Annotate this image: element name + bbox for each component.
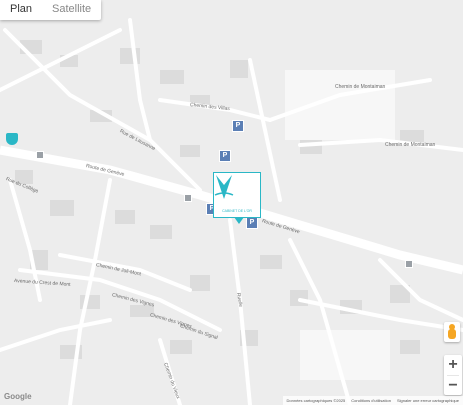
terms-link[interactable]: Conditions d'utilisation — [351, 398, 391, 403]
marker-tip-icon — [234, 217, 244, 224]
google-logo[interactable]: Google — [4, 392, 32, 401]
street-label: Chemin de Montaiman — [385, 142, 436, 148]
zoom-in-button[interactable]: + — [444, 355, 462, 375]
map-type-control: Plan Satellite — [0, 0, 102, 20]
business-logo-icon — [214, 175, 234, 199]
parking-icon[interactable]: P — [232, 120, 244, 132]
bus-stop-icon[interactable] — [405, 260, 413, 268]
zoom-control: + − — [444, 355, 462, 395]
map-type-plan-button[interactable]: Plan — [0, 0, 42, 20]
pegman-icon[interactable] — [444, 322, 460, 342]
map-type-satellite-button[interactable]: Satellite — [42, 0, 101, 20]
bus-stop-icon[interactable] — [36, 151, 44, 159]
business-marker[interactable]: CABINET DE L'OR — [213, 172, 261, 224]
parking-icon[interactable]: P — [246, 217, 258, 229]
report-error-link[interactable]: Signaler une erreur cartographique — [397, 398, 459, 403]
map-data-attribution: Données cartographiques ©2025 — [286, 398, 346, 403]
street-label: Chemin de Montaiman — [335, 84, 386, 90]
location-pin-icon[interactable] — [6, 133, 18, 145]
parking-icon[interactable]: P — [219, 150, 231, 162]
zoom-out-button[interactable]: − — [444, 376, 462, 396]
map-footer: Données cartographiques ©2025 Conditions… — [282, 396, 463, 405]
bus-stop-icon[interactable] — [184, 194, 192, 202]
map-canvas[interactable]: Plan Satellite Route de Genève Route de … — [0, 0, 463, 405]
business-caption: CABINET DE L'OR — [222, 209, 252, 213]
